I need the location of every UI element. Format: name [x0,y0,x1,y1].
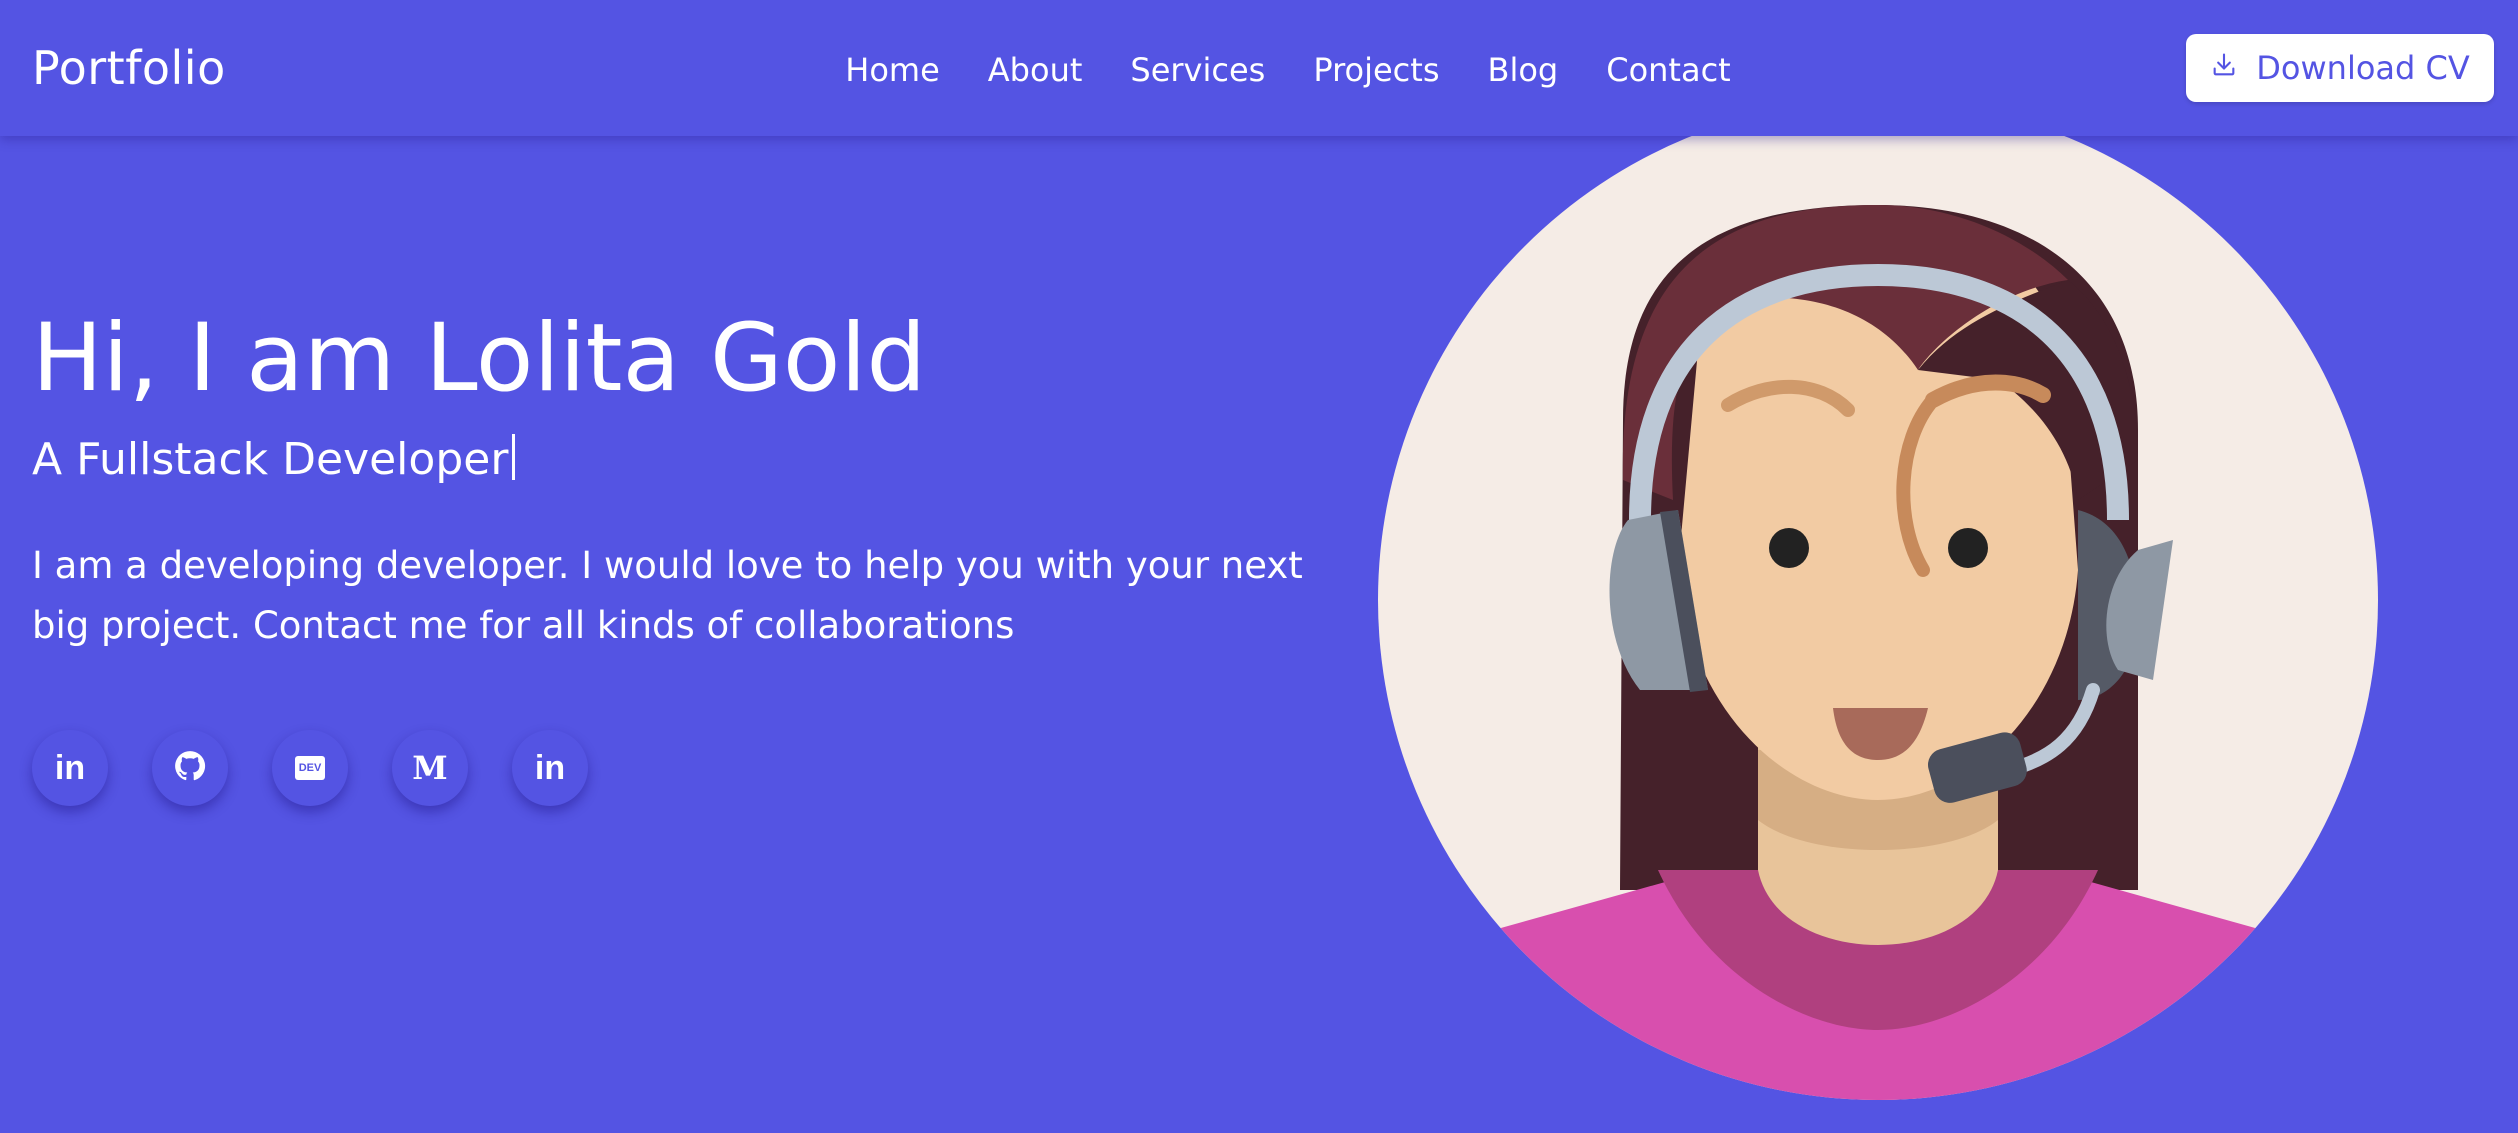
nav-link-about[interactable]: About [988,46,1083,94]
download-icon [2210,49,2238,87]
profile-avatar [1378,100,2378,1100]
medium-icon: M [412,749,448,787]
social-links: in DEV M in [32,730,588,806]
social-medium-button[interactable]: M [392,730,468,806]
nav-link-projects[interactable]: Projects [1313,46,1439,94]
dev-icon: DEV [295,756,325,780]
download-cv-label: Download CV [2256,49,2470,87]
nav-link-services[interactable]: Services [1130,46,1265,94]
nav-link-home[interactable]: Home [845,46,940,94]
download-cv-button[interactable]: Download CV [2186,34,2494,102]
social-github-button[interactable] [152,730,228,806]
linkedin-icon: in [54,748,86,787]
hero-subtitle: A Fullstack Developer [32,432,516,488]
social-linkedin-button[interactable]: in [32,730,108,806]
linkedin-icon: in [534,748,566,787]
main-nav: Home About Services Projects Blog Contac… [0,46,2518,94]
hero-title: Hi, I am Lolita Gold [32,304,927,413]
nav-link-blog[interactable]: Blog [1487,46,1558,94]
typing-cursor [512,434,516,480]
hero-description: I am a developing developer. I would lov… [32,544,1303,647]
nav-link-contact[interactable]: Contact [1606,46,1731,94]
avatar-illustration [1378,100,2378,1100]
top-navbar: Portfolio Home About Services Projects B… [0,0,2518,136]
portfolio-page: Portfolio Home About Services Projects B… [0,0,2518,1133]
social-linkedin-2-button[interactable]: in [512,730,588,806]
hero-subtitle-text: A Fullstack Developer [32,434,509,485]
github-icon [173,749,207,787]
social-dev-button[interactable]: DEV [272,730,348,806]
